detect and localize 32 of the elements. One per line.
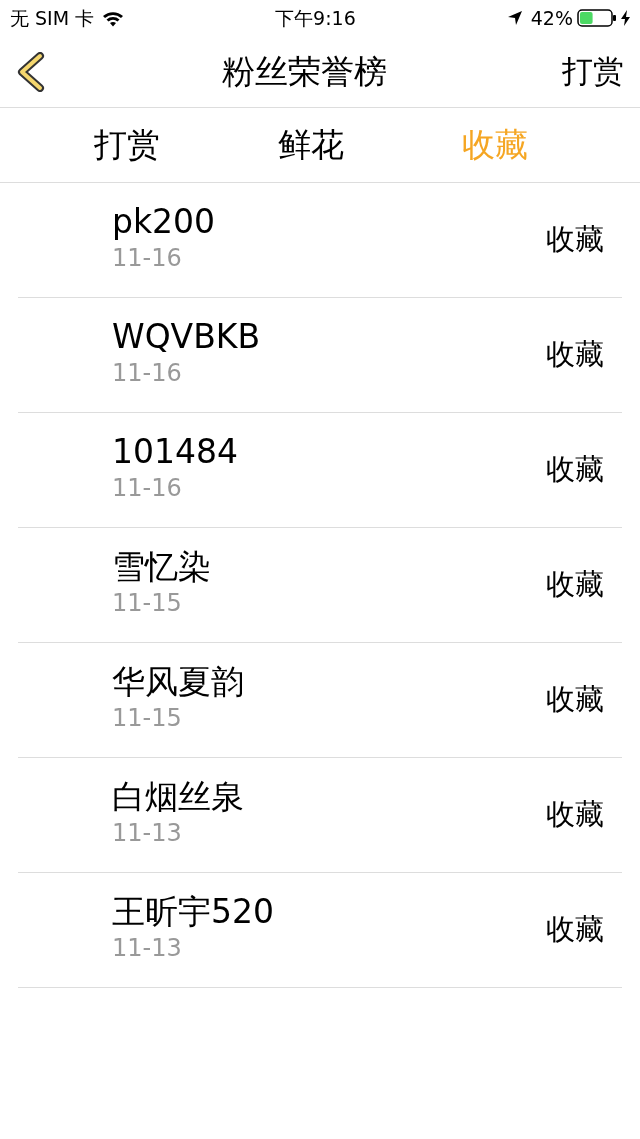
fan-date: 11-16 [112, 243, 183, 275]
back-button[interactable] [16, 51, 46, 92]
gift-type: 收藏 [546, 221, 604, 259]
location-icon [506, 10, 523, 26]
tab[interactable]: 打赏 [94, 120, 160, 170]
gift-type: 收藏 [546, 451, 604, 489]
status-time: 下午9:16 [275, 5, 356, 31]
fan-date: 11-16 [112, 473, 183, 505]
gift-type: 收藏 [546, 681, 604, 719]
fan-date: 11-15 [112, 703, 183, 735]
wifi-icon [102, 9, 125, 27]
gift-type: 收藏 [546, 566, 604, 604]
page-title: 粉丝荣誉榜 [221, 50, 387, 93]
fan-name: 王昕宇520 [112, 893, 274, 931]
gift-type: 收藏 [546, 911, 604, 949]
fan-name: WQVBKB [112, 318, 261, 356]
fan-name: pk200 [112, 203, 216, 241]
fan-name: 华风夏韵 [112, 663, 244, 701]
fan-date: 11-13 [112, 933, 183, 965]
fan-date: 11-16 [112, 358, 183, 390]
fan-name: 雪忆染 [112, 548, 211, 586]
fan-date: 11-15 [112, 588, 183, 620]
fan-date: 11-13 [112, 818, 183, 850]
gift-type: 收藏 [546, 336, 604, 374]
battery-icon [577, 9, 617, 27]
reward-button[interactable]: 打赏 [562, 48, 624, 95]
tab[interactable]: 鲜花 [278, 120, 344, 170]
battery-percent: 42% [530, 5, 573, 31]
fan-name: 白烟丝泉 [112, 778, 244, 816]
gift-type: 收藏 [546, 796, 604, 834]
carrier-name: 无 SIM 卡 [10, 5, 95, 31]
fan-name: 101484 [112, 433, 238, 471]
